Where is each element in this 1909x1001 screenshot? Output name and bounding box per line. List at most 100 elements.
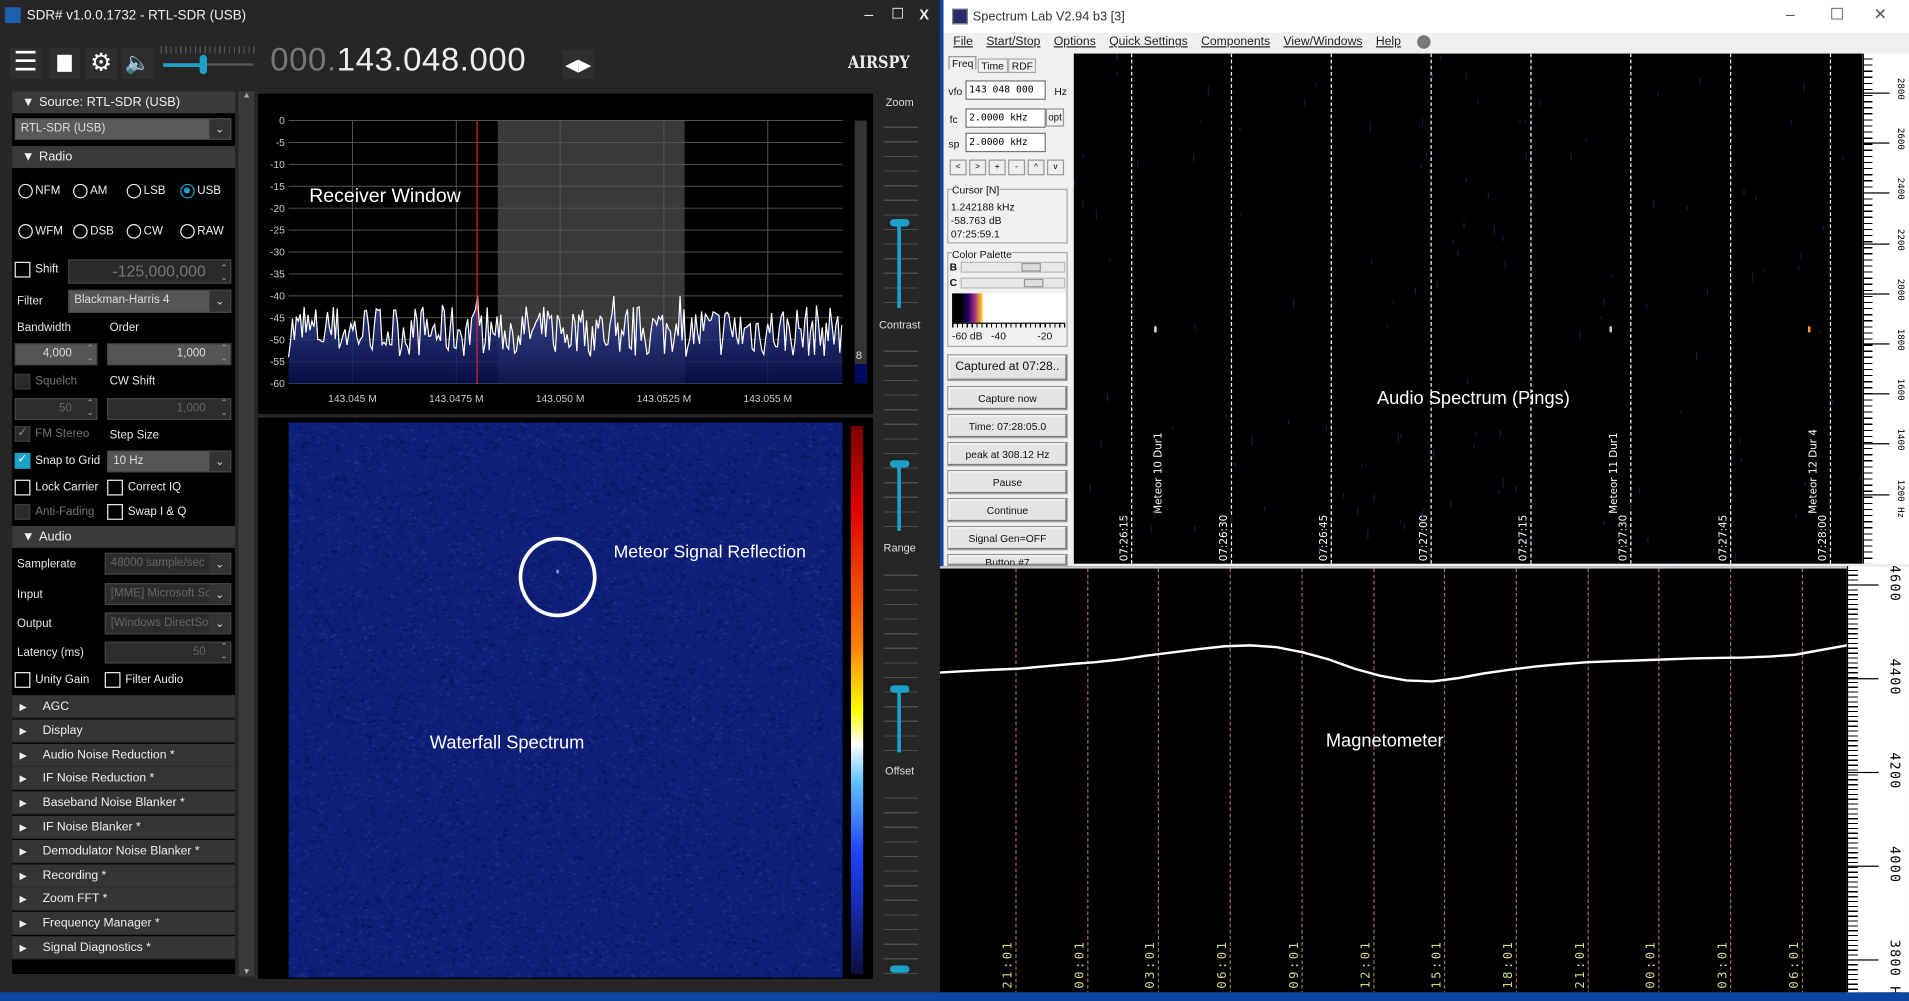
unity-gain-checkbox[interactable]: Unity Gain — [14, 672, 89, 688]
sl-button-7[interactable]: Signal Gen=OFF — [947, 525, 1068, 551]
fc-input[interactable]: 2.0000 kHz — [965, 108, 1046, 128]
filter-select[interactable]: Blackman-Harris 4 ⌄ — [68, 289, 232, 313]
section-frequency-manager[interactable]: ▶ Frequency Manager * — [12, 912, 235, 936]
mode-dsb[interactable]: DSB — [73, 224, 114, 239]
nav-down-button[interactable]: v — [1047, 159, 1065, 176]
section-recording[interactable]: ▶ Recording * — [12, 863, 235, 888]
filter-audio-checkbox[interactable]: Filter Audio — [104, 672, 183, 688]
section-signal-diagnostics[interactable]: ▶ Signal Diagnostics * — [12, 936, 235, 960]
contrast-scrollbar[interactable] — [960, 277, 1066, 289]
squelch-input[interactable]: 50 ⌃ ⌄ — [14, 398, 98, 421]
waterfall-display[interactable] — [288, 422, 843, 978]
spectrum-plot[interactable]: 0 -5 -10 -15 -20 -25 -30 -35 -40 -45 -50 -55 -60 143.… — [258, 94, 873, 414]
section-baseband-noise-blanker[interactable]: ▶ Baseband Noise Blanker * — [12, 791, 235, 815]
offset-slider-thumb[interactable] — [889, 965, 910, 973]
source-select[interactable]: RTL-SDR (USB) ⌄ — [14, 118, 232, 141]
bandwidth-input[interactable]: 4,000 ⌃ ⌄ — [14, 343, 98, 366]
sl-button-1[interactable]: Captured at 07:28.. — [947, 354, 1068, 382]
minimize-button[interactable]: – — [864, 5, 873, 23]
gear-icon[interactable]: ⚙ — [85, 47, 117, 80]
frequency-display[interactable]: 000.143.048.000 — [270, 41, 526, 79]
mode-nfm[interactable]: NFM — [18, 183, 60, 199]
zoom-slider-thumb[interactable] — [889, 219, 910, 227]
zoom-slider-track[interactable] — [897, 222, 901, 309]
nav-left-button[interactable]: < — [949, 159, 967, 176]
tab-time[interactable]: Time — [977, 58, 1008, 74]
swap-iq-checkbox[interactable]: Swap I & Q — [107, 504, 186, 520]
menu-options[interactable]: Options — [1054, 35, 1096, 48]
menu-icon[interactable]: ☰ — [9, 47, 42, 80]
section-zoom-fft[interactable]: ▶ Zoom FFT * — [12, 888, 235, 912]
step-size-select[interactable]: 10 Hz ⌄ — [107, 450, 232, 473]
volume-slider[interactable] — [160, 46, 256, 83]
menu-components[interactable]: Components — [1201, 35, 1270, 48]
mode-wfm[interactable]: WFM — [18, 224, 63, 239]
contrast-slider-thumb[interactable] — [889, 460, 910, 468]
input-select[interactable]: [MME] Microsoft So ⌄ — [104, 583, 232, 606]
menu-view-windows[interactable]: View/Windows — [1284, 35, 1363, 48]
mode-usb[interactable]: USB — [180, 183, 221, 199]
cw-shift-input[interactable]: 1,000 ⌃ ⌄ — [107, 398, 232, 421]
audio-spectrogram[interactable]: 07:26:15 07:26:30 07:26:45 07:27:00 07:27:15… — [1073, 53, 1863, 564]
close-button[interactable]: X — [919, 6, 929, 23]
menu-start-stop[interactable]: Start/Stop — [986, 35, 1040, 48]
section-demodulator-noise-blanker[interactable]: ▶ Demodulator Noise Blanker * — [12, 839, 235, 863]
nav-right-button[interactable]: > — [969, 159, 987, 176]
section-display[interactable]: ▶ Display — [12, 719, 235, 743]
maximize-button[interactable]: ☐ — [1830, 5, 1844, 24]
opt-button[interactable]: opt — [1045, 108, 1065, 127]
panel-scrollbar[interactable]: ▲ ▼ — [238, 91, 255, 977]
volume-thumb[interactable] — [199, 54, 207, 75]
squelch-checkbox[interactable]: Squelch — [14, 373, 77, 390]
section-if-noise-blanker[interactable]: ▶ IF Noise Blanker * — [12, 815, 235, 839]
sl-button-4[interactable]: peak at 308.12 Hz — [947, 441, 1068, 467]
stop-icon[interactable] — [48, 47, 81, 80]
sl-button-5[interactable]: Pause — [947, 469, 1068, 495]
section-audio-noise-reduction[interactable]: ▶ Audio Noise Reduction * — [12, 743, 235, 767]
radio-header[interactable]: ▼ Radio — [12, 146, 235, 169]
samplerate-select[interactable]: 48000 sample/sec ⌄ — [104, 552, 232, 575]
brightness-scrollbar[interactable] — [960, 261, 1066, 273]
menu-help[interactable]: Help — [1376, 35, 1401, 48]
source-header[interactable]: ▼ Source: RTL-SDR (USB) — [12, 91, 235, 114]
minimize-button[interactable]: – — [1786, 5, 1795, 23]
sp-input[interactable]: 2.0000 kHz — [965, 132, 1046, 153]
anti-fading-checkbox[interactable]: Anti-Fading — [14, 504, 94, 520]
order-input[interactable]: 1,000 ⌃ ⌄ — [107, 343, 232, 366]
section-agc[interactable]: ▶ AGC — [12, 695, 235, 719]
tab-rdf[interactable]: RDF — [1008, 58, 1037, 74]
mode-cw[interactable]: CW — [126, 224, 163, 239]
section-if-noise-reduction[interactable]: ▶ IF Noise Reduction * — [12, 767, 235, 791]
shift-input[interactable]: -125,000,000 ⌃ ⌄ — [68, 259, 232, 284]
mode-lsb[interactable]: LSB — [126, 183, 166, 199]
range-slider-track[interactable] — [897, 689, 901, 753]
noise-speck — [1657, 90, 1659, 96]
contrast-slider-track[interactable] — [897, 463, 901, 531]
mode-am[interactable]: AM — [73, 183, 107, 199]
sl-button-8[interactable]: Button #7 — [947, 553, 1068, 567]
nav-plus-button[interactable]: + — [988, 159, 1006, 176]
menu-file[interactable]: File — [953, 35, 973, 48]
maximize-button[interactable]: ☐ — [891, 5, 904, 22]
tuning-arrows-icon[interactable]: ◀▶ — [562, 49, 595, 80]
speaker-icon[interactable]: 🔈 — [121, 47, 154, 80]
mode-raw[interactable]: RAW — [180, 224, 224, 239]
snap-to-grid-checkbox[interactable]: ✓ Snap to Grid — [14, 452, 100, 469]
range-slider-thumb[interactable] — [889, 685, 910, 693]
shift-checkbox[interactable]: Shift — [14, 261, 59, 278]
audio-header[interactable]: ▼ Audio — [12, 525, 235, 548]
correct-iq-checkbox[interactable]: Correct IQ — [107, 479, 181, 496]
latency-input[interactable]: 50 ⌃ ⌄ — [104, 641, 232, 664]
output-select[interactable]: [Windows DirectSou ⌄ — [104, 612, 232, 635]
sl-button-6[interactable]: Continue — [947, 497, 1068, 523]
lock-carrier-checkbox[interactable]: Lock Carrier — [14, 479, 98, 496]
fm-stereo-checkbox[interactable]: ✓ FM Stereo — [14, 426, 89, 442]
menu-quick-settings[interactable]: Quick Settings — [1109, 35, 1188, 48]
nav-minus-button[interactable]: - — [1008, 159, 1026, 176]
vfo-input[interactable]: 143 048 000 — [965, 80, 1046, 100]
close-button[interactable]: ✕ — [1874, 5, 1887, 24]
sl-button-2[interactable]: Capture now — [947, 385, 1068, 411]
nav-up-button[interactable]: ^ — [1027, 159, 1045, 176]
sl-button-3[interactable]: Time: 07:28:05.0 — [947, 413, 1068, 439]
tab-freq[interactable]: Freq — [948, 56, 978, 70]
